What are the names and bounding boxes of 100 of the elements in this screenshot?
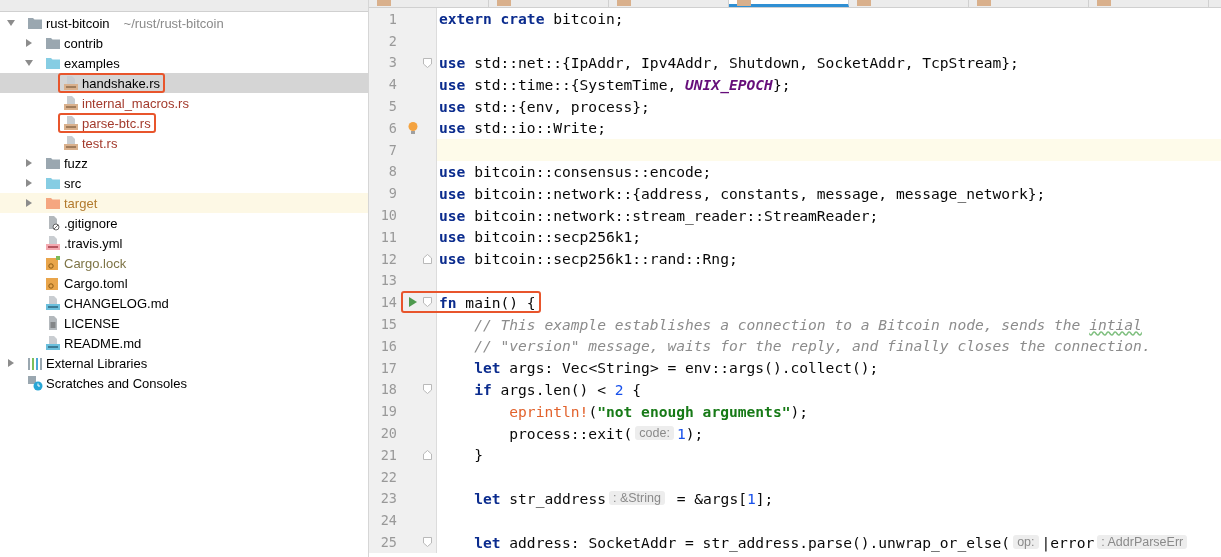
rust-file-icon bbox=[737, 0, 751, 6]
expand-arrow-icon[interactable] bbox=[6, 358, 16, 368]
fold-start-icon[interactable] bbox=[423, 537, 432, 548]
lightbulb-icon[interactable] bbox=[407, 120, 419, 135]
fold-end-icon[interactable] bbox=[423, 253, 432, 264]
code-text: use bitcoin::secp256k1::rand::Rng; bbox=[439, 250, 738, 268]
inlay-hint: op: bbox=[1013, 535, 1039, 550]
line-number: 14 bbox=[379, 294, 397, 311]
line-number: 17 bbox=[379, 359, 397, 376]
code-text: use std::{env, process}; bbox=[439, 97, 650, 115]
code-text: use bitcoin::consensus::encode; bbox=[439, 163, 712, 180]
tree-item-label[interactable]: CHANGELOG.md bbox=[64, 295, 169, 311]
editor-tab[interactable] bbox=[729, 0, 849, 7]
tree-row[interactable]: .travis.yml bbox=[0, 233, 368, 253]
tree-row[interactable]: LICENSE bbox=[0, 313, 368, 333]
tree-item-label[interactable]: .gitignore bbox=[64, 215, 118, 231]
line-number: 2 bbox=[387, 32, 397, 49]
tree-row[interactable]: parse-btc.rs bbox=[0, 113, 368, 133]
line-number: 25 bbox=[379, 534, 397, 550]
code-text: if args.len() < 2 { bbox=[473, 380, 642, 398]
tree-row[interactable]: Scratches and Consoles bbox=[0, 373, 368, 393]
line-number: 22 bbox=[379, 468, 397, 485]
folder-icon bbox=[27, 16, 43, 30]
tree-item-label[interactable]: Cargo.lock bbox=[64, 255, 127, 271]
code-text: // This example establishes a connection to a Bitcoin node, sends the intial bbox=[473, 315, 1142, 333]
file-icon bbox=[63, 95, 79, 111]
folder-icon bbox=[45, 156, 61, 170]
tree-row[interactable]: Cargo.toml bbox=[0, 273, 368, 293]
code-text: } bbox=[473, 446, 483, 464]
line-number: 9 bbox=[387, 185, 397, 202]
code-text: 1); bbox=[676, 424, 704, 442]
run-icon[interactable] bbox=[408, 296, 418, 309]
code-text: let args: Vec<String> = env::args().collect(); bbox=[473, 359, 879, 377]
tree-item-label[interactable]: rust-bitcoin bbox=[46, 15, 110, 31]
tree-item-label[interactable]: parse-btc.rs bbox=[82, 115, 151, 131]
tree-item-label[interactable]: internal_macros.rs bbox=[82, 95, 189, 111]
package-icon bbox=[45, 255, 61, 271]
expand-arrow-icon[interactable] bbox=[6, 18, 16, 28]
folder-icon bbox=[45, 36, 61, 50]
tree-item-label[interactable]: target bbox=[64, 195, 98, 211]
rust-file-icon bbox=[857, 0, 871, 6]
tree-item-label[interactable]: handshake.rs bbox=[82, 75, 161, 91]
code-text: use bitcoin::network::stream_reader::StreamReader; bbox=[439, 206, 879, 224]
rust-file-icon bbox=[617, 0, 631, 6]
fold-end-icon[interactable] bbox=[423, 449, 432, 460]
expand-arrow-icon[interactable] bbox=[24, 58, 34, 68]
tree-item-label[interactable]: fuzz bbox=[64, 155, 88, 171]
line-number: 6 bbox=[387, 119, 397, 136]
line-number: 15 bbox=[379, 316, 397, 333]
folder-icon bbox=[45, 196, 61, 210]
expand-arrow-icon[interactable] bbox=[24, 158, 34, 168]
tree-item-label[interactable]: src bbox=[64, 175, 82, 191]
tree-row[interactable]: src bbox=[0, 173, 368, 193]
tree-item-label[interactable]: examples bbox=[64, 55, 120, 71]
expand-arrow-icon[interactable] bbox=[24, 178, 34, 188]
file-icon bbox=[45, 235, 61, 251]
code-text: = &args[1]; bbox=[675, 489, 774, 507]
tree-item-label[interactable]: LICENSE bbox=[64, 315, 120, 331]
fold-start-icon[interactable] bbox=[423, 57, 432, 68]
line-number: 5 bbox=[387, 98, 397, 115]
tree-item-label[interactable]: test.rs bbox=[82, 135, 118, 151]
expand-arrow-icon[interactable] bbox=[24, 198, 34, 208]
line-number: 7 bbox=[387, 141, 397, 158]
tree-row[interactable]: fuzz bbox=[0, 153, 368, 173]
line-number: 8 bbox=[387, 163, 397, 180]
tree-row[interactable]: rust-bitcoin ~/rust/rust-bitcoin bbox=[0, 13, 368, 33]
scratches-icon bbox=[27, 375, 43, 391]
folder-icon bbox=[45, 176, 61, 190]
inlay-hint: : AddrParseErr bbox=[1097, 535, 1188, 550]
tree-row[interactable]: External Libraries bbox=[0, 353, 368, 373]
file-icon bbox=[63, 115, 79, 131]
line-number: 12 bbox=[379, 250, 397, 267]
rust-file-icon bbox=[497, 0, 511, 6]
libraries-icon bbox=[27, 355, 43, 371]
tree-row[interactable]: target bbox=[0, 193, 368, 213]
tree-row[interactable]: contrib bbox=[0, 33, 368, 53]
tree-row[interactable]: Cargo.lock bbox=[0, 253, 368, 273]
tree-row[interactable]: examples bbox=[0, 53, 368, 73]
tree-row[interactable]: README.md bbox=[0, 333, 368, 353]
file-icon bbox=[63, 135, 79, 151]
line-number: 1 bbox=[387, 10, 397, 27]
tree-item-label[interactable]: Scratches and Consoles bbox=[46, 375, 187, 391]
line-number: 4 bbox=[387, 76, 397, 93]
tree-row[interactable]: .gitignore bbox=[0, 213, 368, 233]
tree-row[interactable]: handshake.rs bbox=[0, 73, 368, 93]
tree-item-label[interactable]: External Libraries bbox=[46, 355, 148, 371]
fold-start-icon[interactable] bbox=[423, 384, 432, 395]
tree-row[interactable]: CHANGELOG.md bbox=[0, 293, 368, 313]
tree-item-label[interactable]: README.md bbox=[64, 335, 142, 351]
fold-start-icon[interactable] bbox=[423, 297, 432, 308]
tree-item-label[interactable]: .travis.yml bbox=[64, 235, 123, 251]
tree-item-label[interactable]: contrib bbox=[64, 35, 104, 51]
tree-item-label[interactable]: Cargo.toml bbox=[64, 275, 128, 291]
tree-row[interactable]: internal_macros.rs bbox=[0, 93, 368, 113]
expand-arrow-icon[interactable] bbox=[24, 38, 34, 48]
line-number: 16 bbox=[379, 337, 397, 354]
tree-row[interactable]: test.rs bbox=[0, 133, 368, 153]
code-text: use std::time::{SystemTime, UNIX_EPOCH}; bbox=[439, 75, 791, 93]
code-text: use bitcoin::network::{address, constants, message, message_network}; bbox=[439, 184, 1046, 202]
folder-icon bbox=[45, 56, 61, 70]
